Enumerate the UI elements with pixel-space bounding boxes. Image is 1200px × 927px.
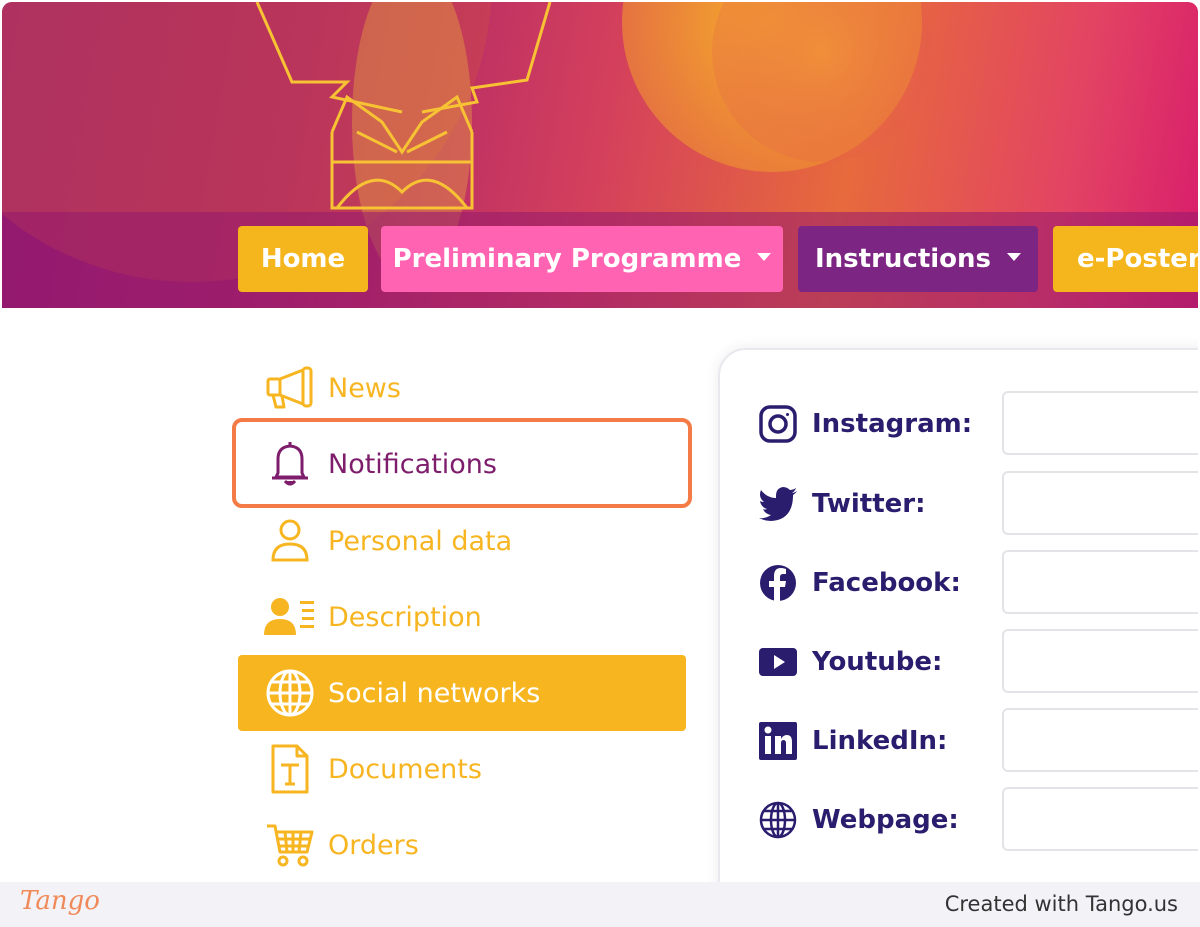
created-with-tango-text: Created with Tango.us (944, 892, 1178, 916)
nav-eposters-label: e-Posters (1077, 244, 1198, 274)
user-list-icon (262, 591, 318, 643)
nav-eposters-button[interactable]: e-Posters (1053, 226, 1198, 292)
sidebar-item-label: Orders (328, 829, 419, 861)
sidebar-item-description[interactable]: Description (238, 579, 686, 655)
twitter-icon (758, 484, 798, 524)
nav-instructions-dropdown[interactable]: Instructions (798, 226, 1038, 292)
facebook-icon (758, 563, 798, 603)
chevron-down-icon (757, 253, 772, 261)
globe-icon (262, 667, 318, 719)
document-icon (262, 743, 318, 795)
webpage-input[interactable] (1002, 787, 1198, 851)
linkedin-label: LinkedIn: (812, 726, 948, 756)
sidebar-item-label: Description (328, 601, 482, 633)
linkedin-input[interactable] (1002, 708, 1198, 772)
sidebar-item-label: News (328, 372, 401, 404)
facebook-label: Facebook: (812, 568, 961, 598)
webpage-globe-icon (758, 800, 798, 840)
instagram-icon (758, 404, 798, 444)
youtube-input[interactable] (1002, 629, 1198, 693)
social-row-youtube: Youtube: (758, 630, 942, 694)
sidebar-item-social-networks[interactable]: Social networks (238, 655, 686, 731)
megaphone-icon (262, 362, 318, 414)
social-row-instagram: Instagram: (758, 392, 972, 456)
sidebar-item-label: Notifications (328, 448, 497, 480)
user-icon (262, 515, 318, 567)
sidebar-item-label: Personal data (328, 525, 513, 557)
sidebar-item-orders[interactable]: Orders (238, 807, 686, 882)
nav-programme-dropdown[interactable]: Preliminary Programme (381, 226, 783, 292)
sidebar-item-notifications[interactable]: Notifications (238, 426, 686, 502)
twitter-label: Twitter: (812, 489, 926, 519)
nav-home-label: Home (260, 244, 346, 274)
chevron-down-icon (1007, 253, 1022, 261)
sidebar-item-label: Social networks (328, 677, 541, 709)
social-row-twitter: Twitter: (758, 472, 926, 536)
sidebar-item-label: Documents (328, 753, 482, 785)
sidebar-item-personal-data[interactable]: Personal data (238, 503, 686, 579)
bell-icon (262, 438, 318, 490)
nav-home-button[interactable]: Home (238, 226, 368, 292)
social-row-linkedin: LinkedIn: (758, 709, 947, 773)
instagram-label: Instagram: (812, 409, 973, 439)
twitter-input[interactable] (1002, 471, 1198, 535)
webpage-label: Webpage: (812, 805, 959, 835)
nav-instructions-label: Instructions (814, 244, 992, 274)
social-row-webpage: Webpage: (758, 788, 959, 852)
facebook-input[interactable] (1002, 550, 1198, 614)
browser-frame: Home Preliminary Programme Instructions … (2, 2, 1198, 882)
sidebar-item-documents[interactable]: Documents (238, 731, 686, 807)
linkedin-icon (758, 721, 798, 761)
social-row-facebook: Facebook: (758, 551, 961, 615)
instagram-input[interactable] (1002, 391, 1198, 455)
youtube-label: Youtube: (812, 647, 943, 677)
tango-logo: Tango (20, 886, 100, 916)
cart-icon (262, 819, 318, 871)
nav-programme-label: Preliminary Programme (392, 244, 742, 274)
youtube-icon (758, 642, 798, 682)
sidebar-item-news[interactable]: News (238, 350, 686, 426)
